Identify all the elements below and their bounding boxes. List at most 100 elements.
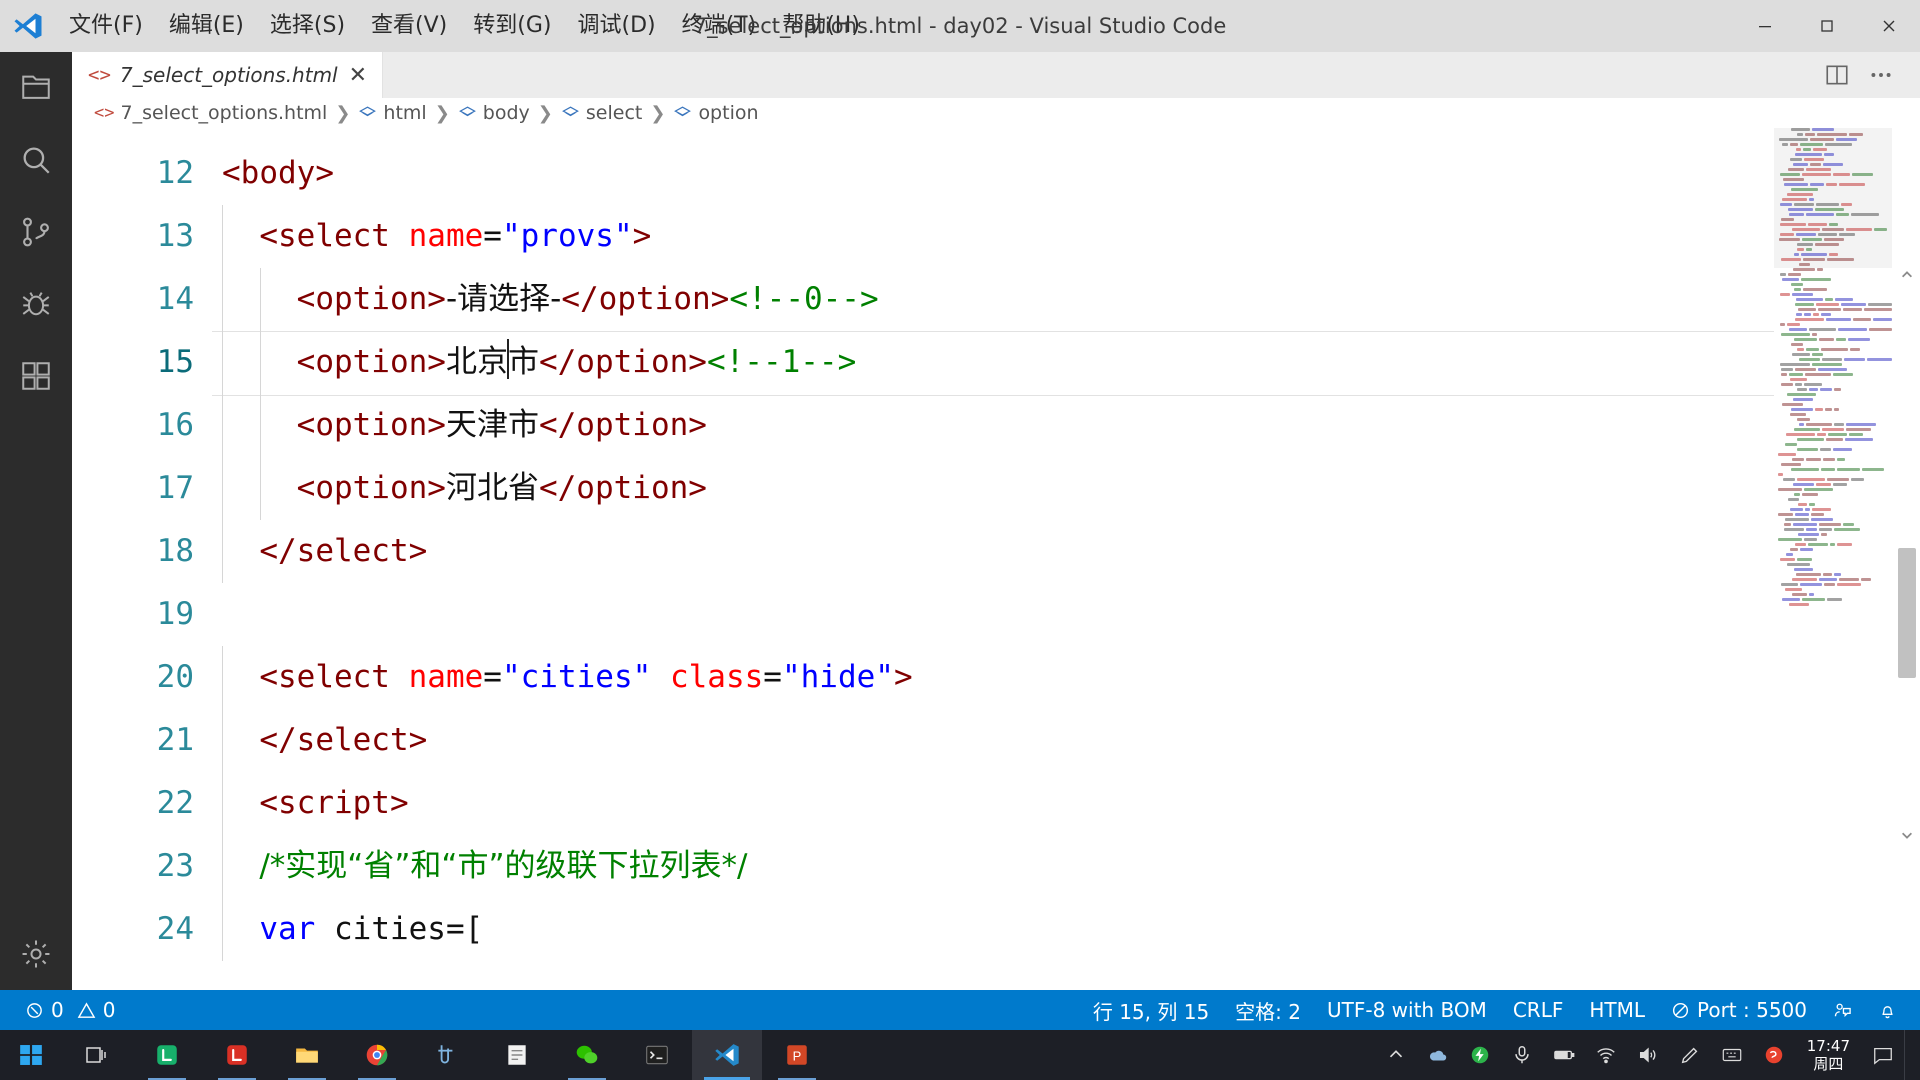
debug-icon[interactable]: [0, 268, 72, 340]
taskbar-app-wechat[interactable]: [552, 1030, 622, 1080]
code-line[interactable]: 23 /*实现“省”和“市”的级联下拉列表*/: [72, 835, 1920, 898]
taskbar-clock[interactable]: 17:47 周四: [1795, 1037, 1862, 1073]
source-control-icon[interactable]: [0, 196, 72, 268]
breadcrumb-item-select[interactable]: select: [561, 102, 642, 124]
taskbar-app-lanxin-red[interactable]: [202, 1030, 272, 1080]
breadcrumb-separator: ❯: [335, 102, 351, 124]
minimap-row: [1774, 458, 1892, 462]
menu-help[interactable]: 帮助(H): [769, 0, 873, 52]
minimap-row: [1774, 443, 1892, 447]
maximize-button[interactable]: [1796, 0, 1858, 52]
tray-thunder-icon[interactable]: [1459, 1030, 1501, 1080]
menu-file[interactable]: 文件(F): [56, 0, 156, 52]
scroll-down-arrow-icon[interactable]: [1900, 828, 1914, 842]
breadcrumb-separator: ❯: [537, 102, 553, 124]
code-line[interactable]: 22 <script>: [72, 772, 1920, 835]
line-number: 21: [156, 722, 194, 758]
tray-expand-chevron-icon[interactable]: [1375, 1030, 1417, 1080]
minimap-row: [1774, 563, 1892, 567]
task-view-button[interactable]: [62, 1030, 132, 1080]
taskbar-app-notepad[interactable]: [482, 1030, 552, 1080]
code-line-text: <option>天津市</option>: [222, 394, 707, 457]
taskbar-app-powerpoint[interactable]: P: [762, 1030, 832, 1080]
minimap-row: [1774, 308, 1892, 312]
line-number: 18: [156, 533, 194, 569]
breadcrumb-item-html[interactable]: html: [358, 102, 427, 124]
status-encoding[interactable]: UTF-8 with BOM: [1314, 990, 1500, 1030]
tray-volume-icon[interactable]: [1627, 1030, 1669, 1080]
code-line[interactable]: 20 <select name="cities" class="hide">: [72, 646, 1920, 709]
code-line[interactable]: 17 <option>河北省</option>: [72, 457, 1920, 520]
code-line-active[interactable]: 15 <option>北京市</option><!--1-->: [72, 331, 1920, 396]
split-editor-icon[interactable]: [1820, 58, 1854, 92]
taskbar-app-lanxin-green[interactable]: [132, 1030, 202, 1080]
breadcrumb-item-option[interactable]: option: [673, 102, 759, 124]
search-icon[interactable]: [0, 124, 72, 196]
minimap-row: [1774, 413, 1892, 417]
code-line[interactable]: 14 <option>-请选择-</option><!--0-->: [72, 268, 1920, 331]
menu-view[interactable]: 查看(V): [358, 0, 460, 52]
settings-gear-icon[interactable]: [0, 918, 72, 990]
close-button[interactable]: [1858, 0, 1920, 52]
code-lines[interactable]: 11</head>12<body>13 <select name="provs"…: [72, 128, 1920, 990]
menu-debug[interactable]: 调试(D): [564, 0, 668, 52]
menu-selection[interactable]: 选择(S): [257, 0, 358, 52]
more-actions-icon[interactable]: [1864, 58, 1898, 92]
windows-start-button[interactable]: [0, 1030, 62, 1080]
code-editor[interactable]: 11</head>12<body>13 <select name="provs"…: [72, 128, 1920, 990]
status-eol[interactable]: CRLF: [1500, 990, 1577, 1030]
tray-pen-icon[interactable]: [1669, 1030, 1711, 1080]
token-text: -请选择-: [445, 281, 562, 317]
breadcrumb-item-body[interactable]: body: [458, 102, 530, 124]
token-tag: <option>: [296, 470, 446, 506]
scrollbar-thumb[interactable]: [1898, 548, 1916, 678]
status-indentation[interactable]: 空格: 2: [1222, 990, 1314, 1030]
code-line[interactable]: 18 </select>: [72, 520, 1920, 583]
menu-go[interactable]: 转到(G): [460, 0, 564, 52]
token-cmt: <!--0-->: [729, 281, 879, 317]
error-circle-icon: [25, 1001, 44, 1020]
extensions-icon[interactable]: [0, 340, 72, 412]
code-line[interactable]: 12 <body>: [72, 142, 1920, 205]
status-problems[interactable]: 0 0: [12, 990, 128, 1030]
minimap-row: [1774, 273, 1892, 277]
taskbar-app-terminal[interactable]: [622, 1030, 692, 1080]
tray-battery-icon[interactable]: [1543, 1030, 1585, 1080]
taskbar-app-vscode[interactable]: [692, 1030, 762, 1080]
status-cursor-position[interactable]: 行 15, 列 15: [1080, 990, 1222, 1030]
taskbar-app-chrome[interactable]: [342, 1030, 412, 1080]
taskbar-app-snipaste[interactable]: [412, 1030, 482, 1080]
menu-terminal[interactable]: 终端(T): [669, 0, 770, 52]
minimap[interactable]: [1774, 128, 1892, 990]
explorer-icon[interactable]: [0, 52, 72, 124]
code-line[interactable]: 13 <select name="provs">: [72, 205, 1920, 268]
token-attr: name: [408, 218, 484, 254]
status-notifications[interactable]: [1865, 990, 1910, 1030]
tray-network-icon[interactable]: [1585, 1030, 1627, 1080]
tray-ime-icon[interactable]: [1711, 1030, 1753, 1080]
menu-edit[interactable]: 编辑(E): [156, 0, 257, 52]
status-language-mode[interactable]: HTML: [1576, 990, 1658, 1030]
code-line[interactable]: 16 <option>天津市</option>: [72, 394, 1920, 457]
code-line-partial: 11</head>: [72, 128, 1920, 142]
token-plain: =: [763, 659, 782, 695]
editor-vertical-scrollbar[interactable]: [1892, 128, 1920, 990]
code-line[interactable]: 24 var cities=[: [72, 898, 1920, 961]
code-line[interactable]: 19: [72, 583, 1920, 646]
minimize-button[interactable]: [1734, 0, 1796, 52]
taskbar-app-file-explorer[interactable]: [272, 1030, 342, 1080]
tray-onedrive-icon[interactable]: [1417, 1030, 1459, 1080]
code-line[interactable]: 21 </select>: [72, 709, 1920, 772]
status-live-server-port[interactable]: Port : 5500: [1658, 990, 1820, 1030]
tab-7-select-options-html[interactable]: <> 7_select_options.html ✕: [72, 52, 384, 98]
tray-microphone-icon[interactable]: [1501, 1030, 1543, 1080]
token-tag: <option>: [296, 281, 446, 317]
breadcrumb-item-file[interactable]: <> 7_select_options.html: [94, 102, 327, 124]
minimap-row: [1774, 528, 1892, 532]
status-feedback[interactable]: [1820, 990, 1865, 1030]
tray-sogou-icon[interactable]: [1753, 1030, 1795, 1080]
action-center-icon[interactable]: [1862, 1030, 1904, 1080]
close-icon[interactable]: ✕: [347, 64, 369, 86]
scroll-up-arrow-icon[interactable]: [1900, 268, 1914, 282]
show-desktop-button[interactable]: [1904, 1030, 1914, 1080]
